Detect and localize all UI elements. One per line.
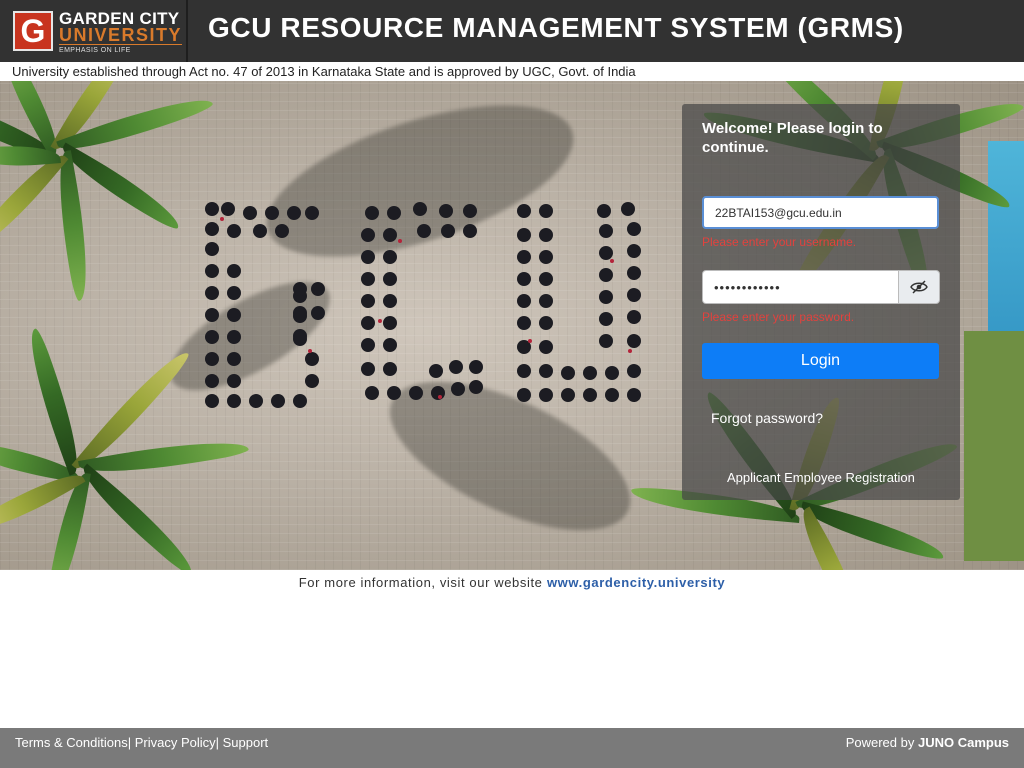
graduates-formation xyxy=(200,201,660,421)
applicant-registration-link[interactable]: Applicant Employee Registration xyxy=(727,470,915,485)
terms-link[interactable]: Terms & Conditions xyxy=(15,735,128,750)
welcome-heading: Welcome! Please login to continue. xyxy=(702,120,883,156)
accreditation-text: University established through Act no. 4… xyxy=(12,64,636,79)
powered-by-brand[interactable]: JUNO Campus xyxy=(918,735,1009,750)
info-text: For more information, visit our website xyxy=(298,575,543,590)
website-link[interactable]: www.gardencity.university xyxy=(547,575,725,590)
password-error: Please enter your password. xyxy=(702,310,855,324)
app-header: G GARDEN CITY UNIVERSITY EMPHASIS ON LIF… xyxy=(0,0,1024,62)
forgot-password-link[interactable]: Forgot password? xyxy=(711,410,823,426)
accreditation-bar: University established through Act no. 4… xyxy=(0,62,1024,81)
powered-by-prefix: Powered by xyxy=(845,735,915,750)
palm-tree xyxy=(0,81,215,302)
logo-tagline: EMPHASIS ON LIFE xyxy=(59,47,131,54)
login-panel: Welcome! Please login to continue. Pleas… xyxy=(682,104,960,500)
header-divider xyxy=(186,0,188,62)
logo-mark: G xyxy=(13,11,53,51)
page-footer: Terms & Conditions| Privacy Policy| Supp… xyxy=(0,728,1024,768)
page-title: GCU RESOURCE MANAGEMENT SYSTEM (GRMS) xyxy=(208,12,904,43)
info-strip: For more information, visit our website … xyxy=(0,570,1024,594)
palm-tree xyxy=(629,390,959,570)
graduates-formation-graphic xyxy=(205,202,641,408)
lawn-area xyxy=(964,331,1024,561)
password-input[interactable] xyxy=(702,270,898,304)
privacy-link[interactable]: Privacy Policy xyxy=(135,735,216,750)
palm-tree xyxy=(0,327,250,570)
powered-by: Powered by JUNO Campus xyxy=(846,735,1009,750)
toggle-password-button[interactable] xyxy=(898,270,940,304)
eye-slash-icon xyxy=(910,280,928,294)
login-button[interactable]: Login xyxy=(702,343,939,379)
university-logo[interactable]: G GARDEN CITY UNIVERSITY EMPHASIS ON LIF… xyxy=(6,4,186,58)
password-group xyxy=(702,270,940,304)
logo-line-2: UNIVERSITY xyxy=(59,25,183,45)
footer-links: Terms & Conditions| Privacy Policy| Supp… xyxy=(15,735,269,750)
support-link[interactable]: Support xyxy=(223,735,269,750)
username-error: Please enter your username. xyxy=(702,235,857,249)
username-input[interactable] xyxy=(702,196,939,229)
